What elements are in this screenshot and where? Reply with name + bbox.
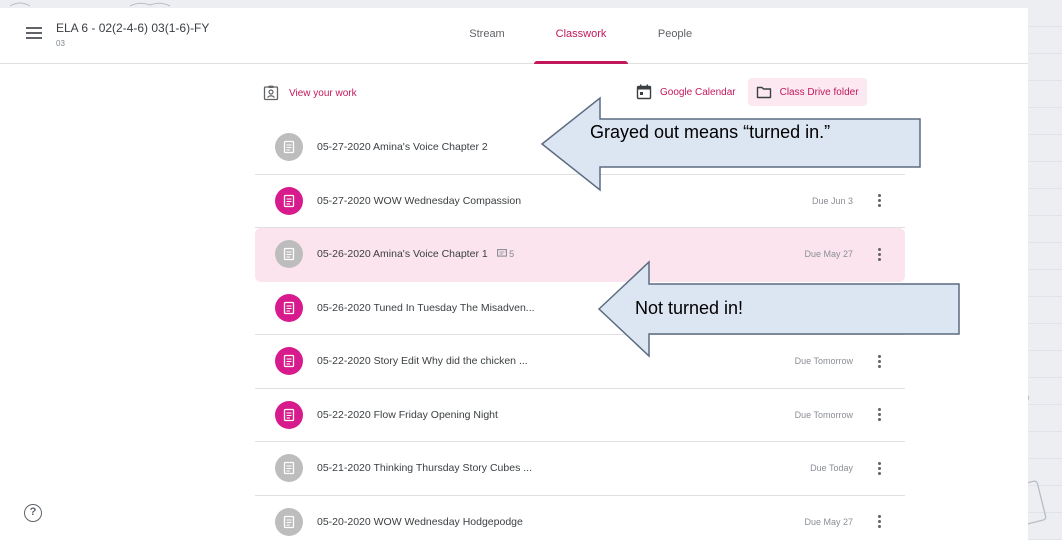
due-date: Due May 27 <box>804 516 853 527</box>
tab-classwork[interactable]: Classwork <box>534 8 628 64</box>
due-date: Due Jun 3 <box>811 195 853 206</box>
assignment-title: 05-21-2020 Thinking Thursday Story Cubes… <box>317 462 532 475</box>
assignment-icon <box>275 400 303 429</box>
assignment-title: 05-22-2020 Flow Friday Opening Night <box>317 408 498 421</box>
comment-icon <box>496 249 507 257</box>
due-date: Due May 27 <box>804 249 853 260</box>
assignment-row[interactable]: 05-20-2020 WOW Wednesday Hodgepodge Due … <box>255 496 905 540</box>
view-your-work-label: View your work <box>289 87 357 99</box>
more-vert-icon[interactable] <box>869 512 889 532</box>
assignment-icon <box>275 454 303 483</box>
more-vert-icon[interactable] <box>869 458 889 478</box>
assignment-ind-icon <box>263 85 279 101</box>
tab-stream[interactable]: Stream <box>440 8 534 64</box>
more-vert-icon[interactable] <box>869 191 889 211</box>
assignment-icon <box>275 240 303 269</box>
more-vert-icon[interactable] <box>869 405 889 425</box>
comment-count: 5 <box>496 249 515 260</box>
app-header: ELA 6 - 02(2-4-6) 03(1-6)-FY 03 Stream C… <box>0 8 1028 64</box>
assignment-title-text: 05-26-2020 Amina's Voice Chapter 1 <box>317 248 488 261</box>
class-title: ELA 6 - 02(2-4-6) 03(1-6)-FY <box>56 21 210 35</box>
callout-not-turned-in-text: Not turned in! <box>635 298 744 318</box>
assignment-icon <box>275 507 303 536</box>
main-menu-icon[interactable] <box>24 24 44 44</box>
assignment-title: 05-27-2020 WOW Wednesday Compassion <box>317 194 522 207</box>
doodle-sketch <box>9 2 171 7</box>
callout-turned-in: Grayed out means “turned in.” <box>540 96 925 192</box>
class-section: 03 <box>56 39 65 48</box>
assignment-icon <box>275 347 303 376</box>
callout-arrow-shape <box>540 96 921 192</box>
view-your-work-link[interactable]: View your work <box>263 82 357 104</box>
comment-count-value: 5 <box>509 249 515 260</box>
assignment-row[interactable]: 05-21-2020 Thinking Thursday Story Cubes… <box>255 442 905 496</box>
assignment-title: 05-22-2020 Story Edit Why did the chicke… <box>317 355 528 368</box>
nav-tabs: Stream Classwork People <box>440 8 722 64</box>
tab-people[interactable]: People <box>628 8 722 64</box>
assignment-icon <box>275 186 303 215</box>
assignment-title: 05-20-2020 WOW Wednesday Hodgepodge <box>317 515 523 528</box>
assignment-icon <box>275 293 303 322</box>
help-icon[interactable]: ? <box>24 504 42 522</box>
assignment-icon <box>275 133 303 162</box>
due-date: Due Today <box>810 463 853 474</box>
callout-not-turned-in: Not turned in! <box>597 260 963 358</box>
assignment-title: 05-26-2020 Amina's Voice Chapter 1 5 <box>317 248 514 260</box>
assignment-title: 05-27-2020 Amina's Voice Chapter 2 <box>317 141 488 154</box>
due-date: Due Tomorrow <box>794 409 853 420</box>
callout-turned-in-text: Grayed out means “turned in.” <box>590 122 831 142</box>
assignment-row[interactable]: 05-22-2020 Flow Friday Opening Night Due… <box>255 389 905 442</box>
assignment-title: 05-26-2020 Tuned In Tuesday The Misadven… <box>317 301 535 314</box>
